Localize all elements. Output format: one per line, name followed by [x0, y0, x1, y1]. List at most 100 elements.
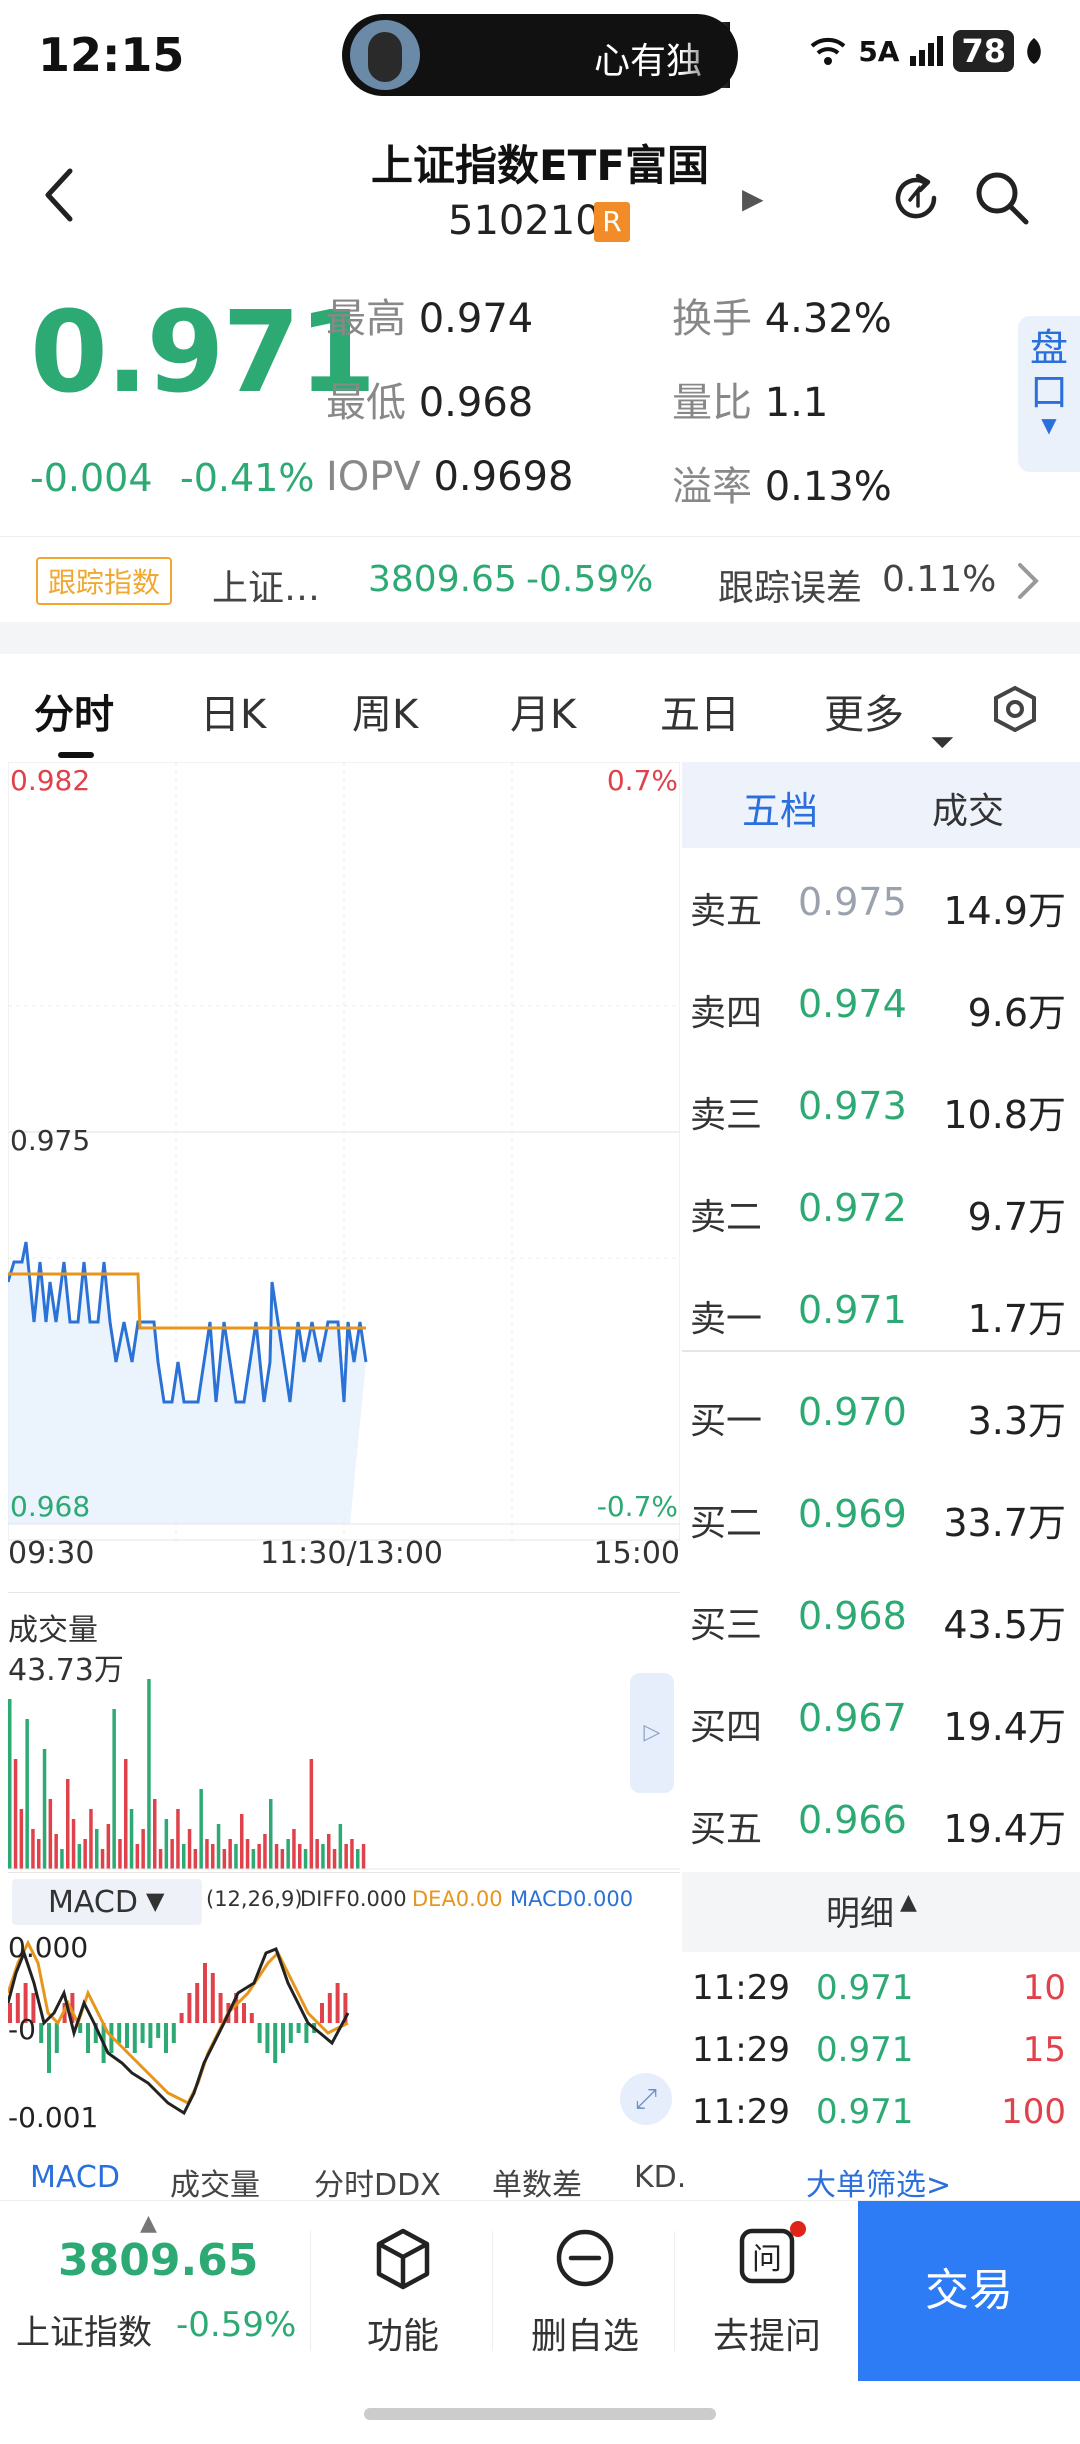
macd-bar: [242, 2003, 246, 2023]
remove-watchlist-button[interactable]: 删自选: [500, 2221, 670, 2361]
ask-volume: 10.8万: [943, 1093, 1066, 1137]
tab-daily-k[interactable]: 日K: [200, 682, 266, 740]
volume-bar: [216, 1824, 221, 1869]
indicator-tab-ddx[interactable]: 分时DDX: [314, 2160, 441, 2204]
volume-bar: [100, 1849, 105, 1869]
volume-bar: [332, 1849, 337, 1869]
trade-time: 11:29: [692, 1968, 790, 2008]
settings-hexagon-icon[interactable]: [990, 684, 1040, 734]
bid-volume: 19.4万: [943, 1807, 1066, 1851]
ask-row[interactable]: 卖三 0.973 10.8万: [682, 1060, 1080, 1150]
collapse-panel-icon[interactable]: ▷: [630, 1673, 674, 1793]
tab-weekly-k[interactable]: 周K: [352, 682, 418, 740]
price-change: -0.004: [30, 456, 153, 500]
indicator-tab-kd[interactable]: KD.: [634, 2160, 686, 2195]
function-button[interactable]: 功能: [318, 2221, 488, 2361]
macd-plot: [8, 1939, 350, 2116]
pct-axis-bottom: -0.7%: [596, 1490, 678, 1523]
macd-bar: [335, 1983, 340, 2023]
volume-bar: [42, 1749, 47, 1869]
big-order-filter-link[interactable]: 大单筛选>: [806, 2160, 951, 2204]
volume-bar: [234, 1844, 238, 1869]
volume-bar: [25, 1719, 29, 1869]
volume-ratio-value: 1.1: [764, 380, 829, 426]
tab-monthly-k[interactable]: 月K: [510, 682, 576, 740]
macd-bar: [304, 2023, 309, 2043]
volume-bar: [153, 1799, 157, 1869]
ask-volume: 1.7万: [967, 1297, 1066, 1341]
play-triangle-icon[interactable]: ▶: [742, 182, 764, 215]
macd-bar: [156, 2023, 161, 2038]
trade-detail-row: 11:29 0.971 100: [682, 2086, 1080, 2146]
iopv-row: IOPV 0.9698: [326, 454, 574, 500]
volume-bar: [141, 1829, 145, 1869]
macd-bar: [117, 2023, 122, 2043]
caret-up-icon: ▲: [900, 1890, 917, 1915]
dynamic-island[interactable]: 心有独: [342, 14, 738, 96]
ask-row[interactable]: 卖二 0.972 9.7万: [682, 1162, 1080, 1252]
macd-bar: [296, 2023, 301, 2033]
bid-row[interactable]: 买四 0.967 19.4万: [682, 1672, 1080, 1762]
trade-button[interactable]: 交易: [858, 2201, 1080, 2381]
macd-bar: [327, 1993, 332, 2023]
pankou-label: 盘口: [1029, 326, 1068, 414]
remove-watchlist-label: 删自选: [530, 2316, 639, 2357]
high-row: 最高 0.974: [326, 296, 534, 342]
tracking-index-name: 上证…: [212, 568, 321, 609]
bid-row[interactable]: 买五 0.966 19.4万: [682, 1774, 1080, 1864]
pankou-toggle[interactable]: 盘口 ▼: [1018, 316, 1080, 472]
tab-intraday[interactable]: 分时: [34, 682, 114, 740]
macd-bar: [210, 1973, 215, 2023]
avatar: [350, 20, 420, 90]
ask-row[interactable]: 卖五 0.975 14.9万: [682, 856, 1080, 946]
tab-five-day[interactable]: 五日: [660, 682, 740, 740]
tracking-index-value: 3809.65: [368, 559, 517, 600]
volume-bar: [89, 1809, 93, 1869]
home-indicator[interactable]: [364, 2408, 716, 2420]
indicator-tabs: MACD 成交量 分时DDX 单数差 KD.: [0, 2152, 686, 2204]
ask-price: 0.975: [798, 880, 907, 924]
trade-detail-row: 11:29 0.971 10: [682, 1962, 1080, 2022]
volume-bar: [158, 1849, 163, 1869]
ask-price: 0.971: [798, 1288, 907, 1332]
bid-row[interactable]: 买一 0.970 3.3万: [682, 1366, 1080, 1456]
ask-volume: 14.9万: [943, 889, 1066, 933]
ask-question-button[interactable]: 问 去提问: [682, 2221, 852, 2361]
bid-row[interactable]: 买三 0.968 43.5万: [682, 1570, 1080, 1660]
volume-bar: [350, 1839, 354, 1869]
bid-price: 0.968: [798, 1594, 907, 1638]
security-code: 510210: [448, 198, 601, 244]
indicator-tab-volume[interactable]: 成交量: [170, 2160, 260, 2204]
index-ticker[interactable]: ▲ 3809.65 上证指数 -0.59%: [0, 2201, 310, 2381]
volume-bar: [77, 1844, 82, 1869]
r-badge: R: [594, 202, 630, 242]
detail-title[interactable]: 明细: [826, 1886, 894, 1935]
volume-chart[interactable]: 成交量 43.73万 ▷: [8, 1592, 680, 1872]
intraday-chart[interactable]: 0.982 0.7% 0.975 0.968 -0.7%: [6, 761, 681, 1542]
tab-five-levels[interactable]: 五档: [742, 780, 818, 835]
question-icon: 问: [739, 2228, 795, 2284]
bid-row[interactable]: 买二 0.969 33.7万: [682, 1468, 1080, 1558]
macd-chart[interactable]: MACD ▼ (12,26,9) DIFF0.000 DEA0.00 MACD0…: [8, 1872, 680, 2152]
expand-icon[interactable]: ⤢: [620, 2073, 672, 2125]
minus-circle-icon: [556, 2229, 614, 2287]
volume-bar: [321, 1844, 325, 1869]
volume-bar: [48, 1799, 53, 1869]
search-icon[interactable]: [972, 168, 1032, 228]
period-tabs: 分时 日K 周K 月K 五日 更多 ◢: [0, 654, 1080, 760]
tracking-index-row[interactable]: 跟踪指数 上证… 3809.65 -0.59% 跟踪误差 0.11%: [0, 536, 1080, 620]
indicator-tab-count-diff[interactable]: 单数差: [492, 2160, 582, 2204]
premium-value: 0.13%: [764, 464, 892, 510]
macd-bar: [140, 2023, 145, 2043]
volume-bar: [199, 1789, 203, 1869]
macd-bar: [171, 2023, 176, 2043]
tab-more[interactable]: 更多: [824, 682, 904, 740]
refresh-icon[interactable]: [888, 170, 944, 226]
indicator-tab-macd[interactable]: MACD: [30, 2160, 120, 2195]
ask-row[interactable]: 卖一 0.971 1.7万: [682, 1264, 1080, 1354]
macd-bar: [320, 2003, 324, 2023]
volume-bar: [95, 1829, 99, 1869]
tab-trades[interactable]: 成交: [932, 782, 1004, 834]
low-row: 最低 0.968: [326, 380, 534, 426]
ask-row[interactable]: 卖四 0.974 9.6万: [682, 958, 1080, 1048]
